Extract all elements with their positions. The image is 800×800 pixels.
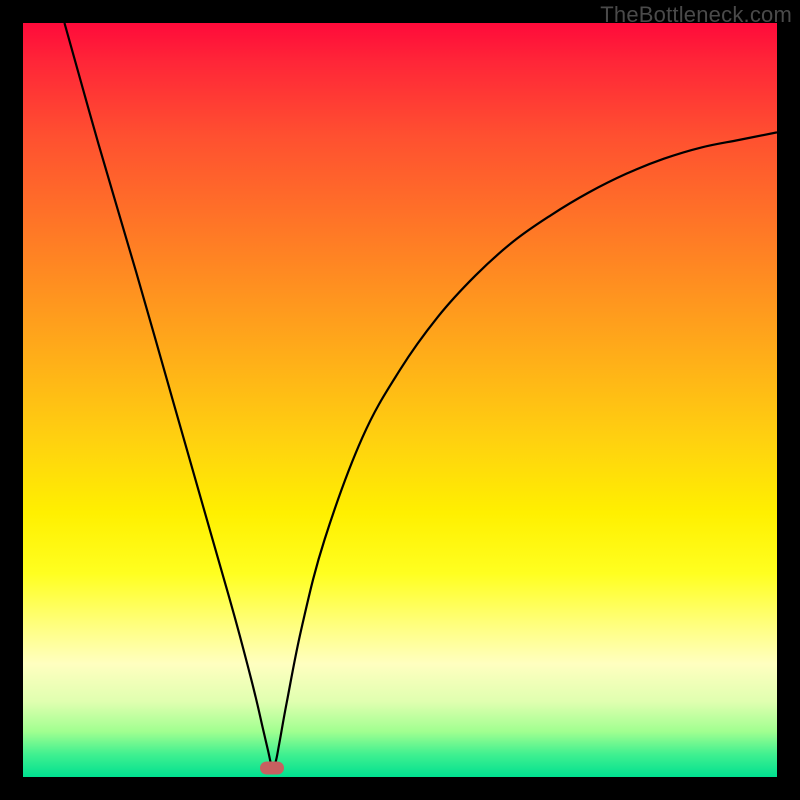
watermark-text: TheBottleneck.com bbox=[600, 2, 792, 28]
bottleneck-curve bbox=[64, 23, 777, 767]
optimum-marker bbox=[260, 761, 284, 774]
chart-svg bbox=[23, 23, 777, 777]
